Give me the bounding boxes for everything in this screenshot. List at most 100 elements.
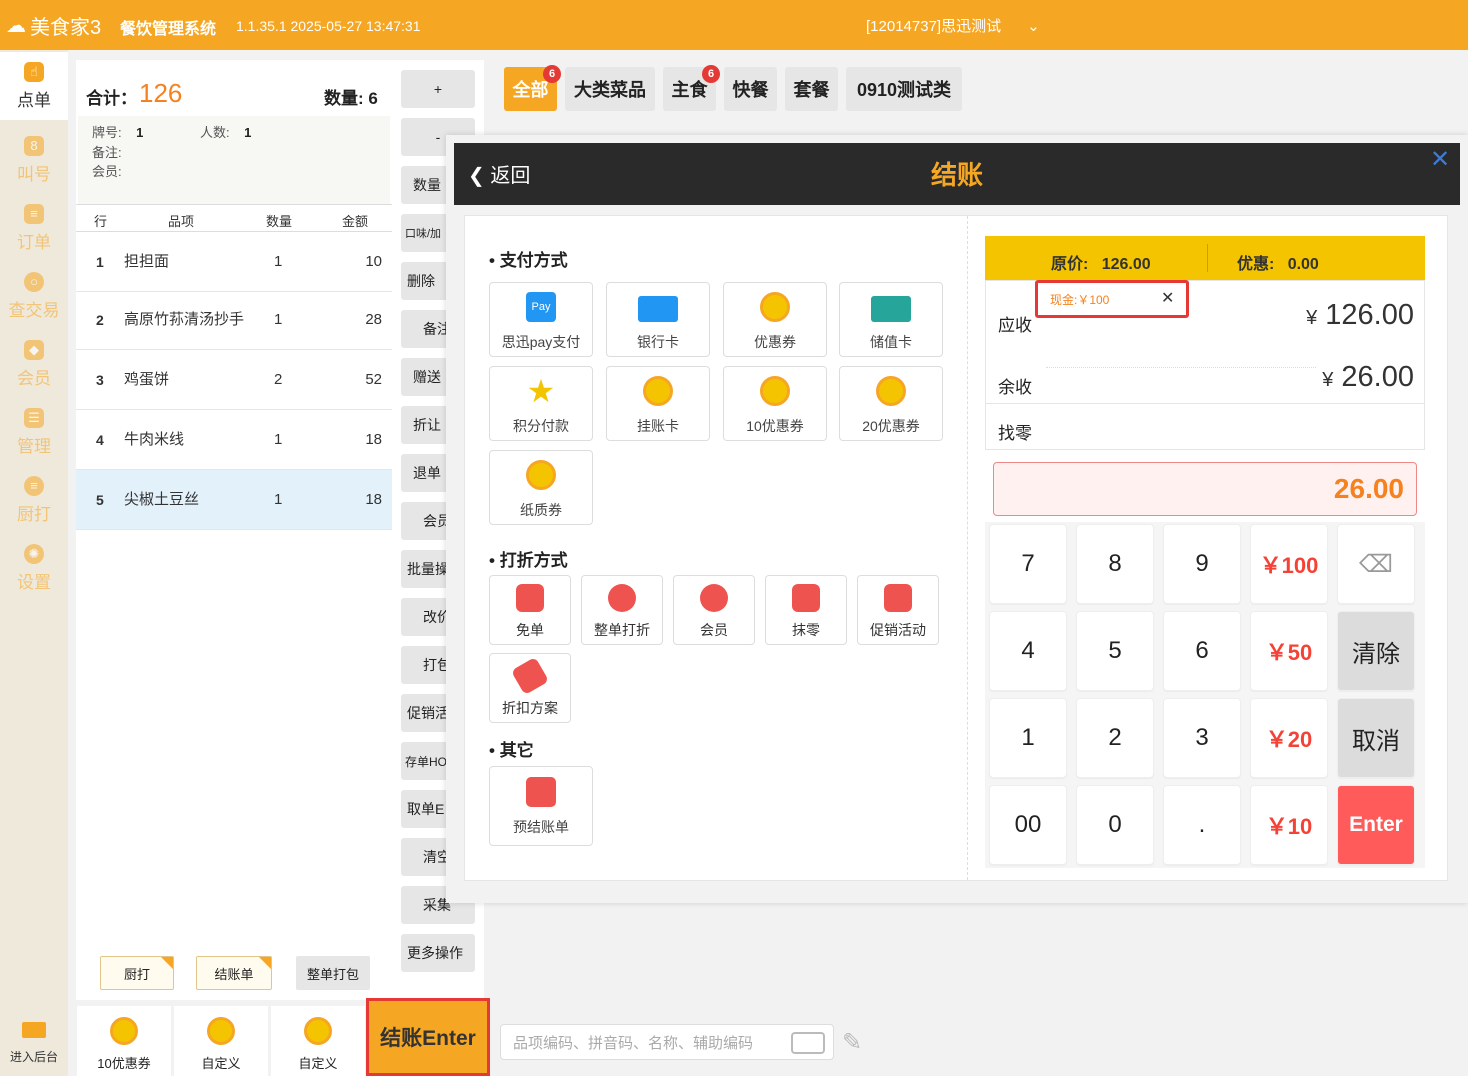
tag-icon — [510, 656, 550, 696]
cancel-key[interactable]: 取消 — [1337, 698, 1415, 778]
pay-section-title: • 支付方式 — [489, 251, 568, 270]
pay-coupon-20-button[interactable]: 20优惠券 — [839, 366, 943, 441]
nav-order[interactable]: ☝ 点单 — [0, 52, 68, 120]
close-icon[interactable]: ✕ — [1430, 145, 1450, 174]
list-icon: ☰ — [24, 407, 44, 428]
key-7[interactable]: 7 — [989, 524, 1067, 604]
backspace-icon[interactable]: ⌫ — [1337, 524, 1415, 604]
table-row[interactable]: 2 高原竹荪清汤抄手 1 28 — [76, 290, 392, 350]
nav-transactions[interactable]: ○ 查交易 — [0, 262, 68, 330]
key-0[interactable]: 0 — [1076, 785, 1154, 865]
key-9[interactable]: 9 — [1163, 524, 1241, 604]
check-corner-icon — [259, 957, 271, 969]
other-section-title: • 其它 — [489, 741, 534, 760]
table-row[interactable]: 1 担担面 1 10 — [76, 232, 392, 292]
clear-key[interactable]: 清除 — [1337, 611, 1415, 691]
change-label: 找零 — [998, 424, 1032, 443]
key-dot[interactable]: . — [1163, 785, 1241, 865]
diamond-icon: ◆ — [24, 339, 44, 360]
key-50[interactable]: ￥50 — [1250, 611, 1328, 691]
order-info: 牌号: 1 人数: 1 备注: 会员: — [78, 116, 390, 204]
key-10[interactable]: ￥10 — [1250, 785, 1328, 865]
original-price: 原价: 126.00 — [1051, 256, 1151, 273]
number-icon: 8 — [24, 135, 44, 156]
category-all[interactable]: 全部 6 — [504, 65, 561, 111]
nav-settings[interactable]: ✺ 设置 — [0, 534, 68, 602]
gear-icon: ✺ — [24, 543, 44, 564]
member-label: 会员: — [92, 164, 122, 179]
nav-call-number[interactable]: 8 叫号 — [0, 126, 68, 194]
plus-button[interactable]: + — [401, 70, 475, 108]
pen-icon[interactable]: ✎ — [842, 1028, 862, 1057]
nav-management[interactable]: ☰ 管理 — [0, 398, 68, 466]
key-8[interactable]: 8 — [1076, 524, 1154, 604]
key-2[interactable]: 2 — [1076, 698, 1154, 778]
key-4[interactable]: 4 — [989, 611, 1067, 691]
amount-input[interactable]: 26.00 — [993, 462, 1417, 516]
discount-amount: 优惠: 0.00 — [1237, 256, 1319, 273]
receivable-label: 应收 — [998, 316, 1032, 335]
key-20[interactable]: ￥20 — [1250, 698, 1328, 778]
total-label: 合计： — [86, 89, 137, 108]
pay-points-button[interactable]: ★ 积分付款 — [489, 366, 593, 441]
category-staple[interactable]: 主食 6 — [663, 65, 720, 111]
whole-discount-button[interactable]: 整单打折 — [581, 575, 663, 645]
nav-orders[interactable]: ≡ 订单 — [0, 194, 68, 262]
pay-paper-coupon-button[interactable]: 纸质券 — [489, 450, 593, 525]
divider — [986, 403, 1424, 404]
hand-pointer-icon: ☝ — [24, 61, 44, 82]
category-main-dishes[interactable]: 大类菜品 — [565, 67, 655, 111]
pay-stored-card-button[interactable]: 储值卡 — [839, 282, 943, 357]
category-0910-test[interactable]: 0910测试类 — [846, 67, 962, 111]
custom-coupon-button[interactable]: 自定义 — [174, 1006, 268, 1076]
pay-credit-card-button[interactable]: 挂账卡 — [606, 366, 710, 441]
key-100[interactable]: ￥100 — [1250, 524, 1328, 604]
close-icon[interactable]: ✕ — [1161, 288, 1174, 308]
count-badge: 6 — [702, 65, 720, 83]
version-text: 1.1.35.1 2025-05-27 13:47:31 — [236, 18, 421, 34]
pay-sixun-button[interactable]: Pay 思迅pay支付 — [489, 282, 593, 357]
top-bar: ☁ 美食家3 餐饮管理系统 1.1.35.1 2025-05-27 13:47:3… — [0, 0, 1468, 50]
coupon-10-button[interactable]: 10优惠券 — [77, 1006, 171, 1076]
checkout-button[interactable]: 结账Enter — [366, 998, 490, 1076]
category-set-meal[interactable]: 套餐 — [785, 67, 838, 111]
nav-kitchen-print[interactable]: ≡ 厨打 — [0, 466, 68, 534]
pay-bank-card-button[interactable]: 银行卡 — [606, 282, 710, 357]
key-5[interactable]: 5 — [1076, 611, 1154, 691]
key-3[interactable]: 3 — [1163, 698, 1241, 778]
free-order-button[interactable]: 免单 — [489, 575, 571, 645]
wipe-icon — [792, 584, 820, 612]
table-row-selected[interactable]: 5 尖椒土豆丝 1 18 — [76, 470, 392, 530]
discount-section-title: • 打折方式 — [489, 551, 568, 570]
receivable-value: ¥ 126.00 — [1306, 299, 1414, 331]
chef-icon: ≡ — [24, 475, 44, 496]
pay-icon: Pay — [526, 292, 556, 322]
packing-button[interactable]: 整单打包 — [296, 956, 370, 990]
backend-button[interactable]: 进入后台 — [0, 1010, 68, 1076]
divider — [967, 216, 968, 880]
more-actions-button[interactable]: 更多操作 — [401, 934, 475, 972]
check-corner-icon — [161, 957, 173, 969]
search-input[interactable]: 品项编码、拼音码、名称、辅助编码 — [500, 1024, 834, 1060]
key-00[interactable]: 00 — [989, 785, 1067, 865]
custom-coupon-button[interactable]: 自定义 — [271, 1006, 365, 1076]
pre-bill-button[interactable]: 预结账单 — [489, 766, 593, 846]
divider — [1207, 244, 1208, 272]
table-row[interactable]: 3 鸡蛋饼 2 52 — [76, 350, 392, 410]
key-1[interactable]: 1 — [989, 698, 1067, 778]
discount-plan-button[interactable]: 折扣方案 — [489, 653, 571, 723]
bill-print-toggle[interactable]: 结账单 — [196, 956, 272, 990]
nav-members[interactable]: ◆ 会员 — [0, 330, 68, 398]
wipe-zero-button[interactable]: 抹零 — [765, 575, 847, 645]
store-selector[interactable]: [12014737]思迅测试 ⌄ — [866, 15, 1040, 36]
pay-coupon-10-button[interactable]: 10优惠券 — [723, 366, 827, 441]
member-discount-button[interactable]: 会员 — [673, 575, 755, 645]
table-row[interactable]: 4 牛肉米线 1 18 — [76, 410, 392, 470]
keyboard-icon[interactable] — [791, 1032, 825, 1054]
pay-coupon-button[interactable]: 优惠券 — [723, 282, 827, 357]
category-fast-food[interactable]: 快餐 — [724, 67, 777, 111]
promotion-button[interactable]: 促销活动 — [857, 575, 939, 645]
key-6[interactable]: 6 — [1163, 611, 1241, 691]
kitchen-print-toggle[interactable]: 厨打 — [100, 956, 174, 990]
enter-key[interactable]: Enter — [1337, 785, 1415, 865]
